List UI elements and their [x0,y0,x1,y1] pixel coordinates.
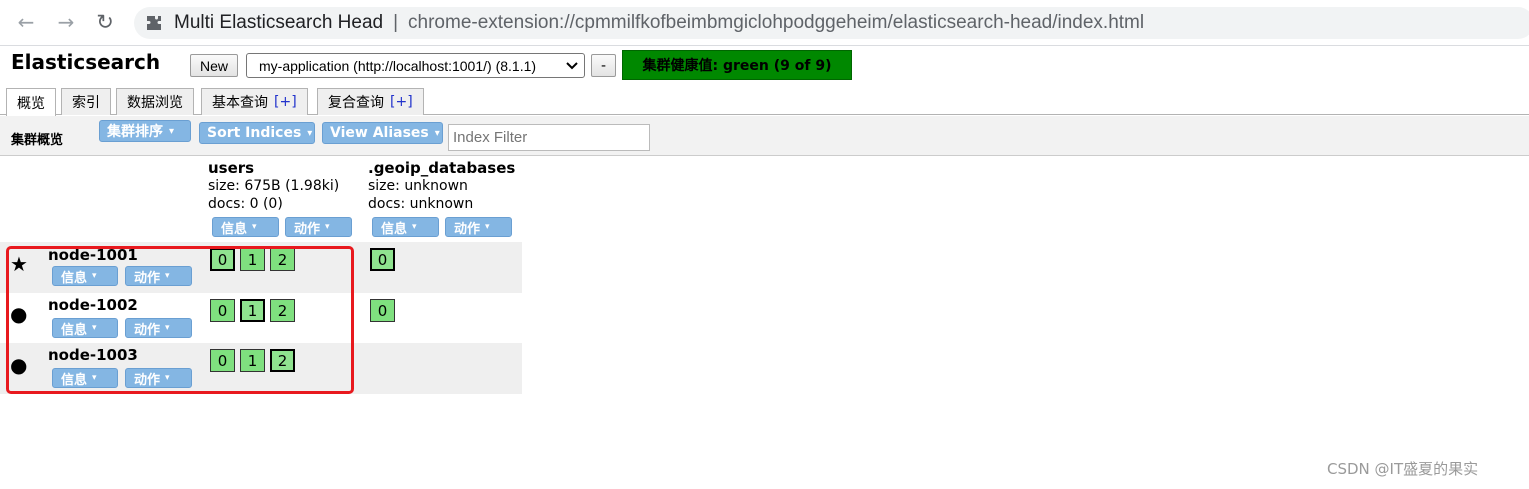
view-aliases-button[interactable]: View Aliases ▾ [322,122,443,144]
dropdown-arrow-icon: ▾ [169,125,175,137]
reload-icon: ↻ [96,10,114,34]
index-name: .geoip_databases [368,159,516,177]
index-action-button[interactable]: 动作 ▾ [285,217,352,237]
index-info-button[interactable]: 信息 ▾ [212,217,279,237]
url-text: chrome-extension://cpmmilfkofbeimbmgiclo… [408,12,1145,33]
extension-puzzle-icon [146,15,162,31]
dropdown-arrow-icon: ▾ [252,222,257,232]
overview-label: 集群概览 [11,133,64,148]
index-action-button[interactable]: 动作 ▾ [445,217,512,237]
dropdown-arrow-icon: ▾ [434,127,440,139]
forward-button[interactable]: → [52,8,80,36]
dropdown-arrow-icon: ▾ [325,222,330,232]
tab-overview[interactable]: 概览 [6,88,56,116]
dropdown-arrow-icon: ▾ [412,222,417,232]
cluster-select-value: my-application (http://localhost:1001/) … [259,57,537,74]
index-filter-input[interactable] [448,124,650,151]
cluster-sort-button[interactable]: 集群排序 ▾ [99,120,191,142]
cluster-select[interactable]: my-application (http://localhost:1001/) … [246,53,585,78]
index-size: size: unknown [368,178,468,194]
address-bar[interactable]: Multi Elasticsearch Head | chrome-extens… [134,7,1529,39]
cluster-health-badge: 集群健康值: green (9 of 9) [622,50,852,80]
dropdown-arrow-icon: ▾ [485,222,490,232]
main-tabs: 概览 索引 数据浏览 基本查询 [+] 复合查询 [+] [0,88,1529,116]
index-info-button[interactable]: 信息 ▾ [372,217,439,237]
tab-structured-query[interactable]: 基本查询 [+] [201,88,308,115]
remove-connection-button[interactable]: - [591,54,616,77]
shard-box[interactable]: 0 [370,248,395,271]
watermark: CSDN @IT盛夏的果实 [1327,460,1479,478]
title-separator: | [393,12,399,33]
overview-toolbar: 集群概览 集群排序 ▾ Sort Indices ▾ View Aliases ▾ [0,116,1529,156]
reload-button[interactable]: ↻ [91,8,119,36]
index-header-geoip: .geoip_databases size: unknown docs: unk… [368,159,515,213]
shard-box[interactable]: 0 [370,299,395,322]
sort-indices-button[interactable]: Sort Indices ▾ [199,122,315,144]
back-icon: ← [17,10,35,34]
index-docs: docs: 0 (0) [208,196,283,212]
index-header-users: users size: 675B (1.98ki) docs: 0 (0) [208,159,339,213]
page-title: Multi Elasticsearch Head [174,12,384,33]
annotation-highlight [6,246,354,394]
tab-browser[interactable]: 数据浏览 [116,88,194,115]
app-brand: Elasticsearch [11,50,161,74]
chevron-down-icon [565,58,579,75]
dropdown-arrow-icon: ▾ [307,127,313,139]
browser-toolbar: ← → ↻ Multi Elasticsearch Head | chrome-… [0,0,1529,46]
forward-icon: → [57,10,75,34]
index-size: size: 675B (1.98ki) [208,178,340,194]
tab-indices[interactable]: 索引 [61,88,111,115]
back-button[interactable]: ← [12,8,40,36]
new-connection-button[interactable]: New [190,54,238,77]
tab-any-request[interactable]: 复合查询 [+] [317,88,424,115]
index-name: users [208,159,255,177]
index-docs: docs: unknown [368,196,474,212]
